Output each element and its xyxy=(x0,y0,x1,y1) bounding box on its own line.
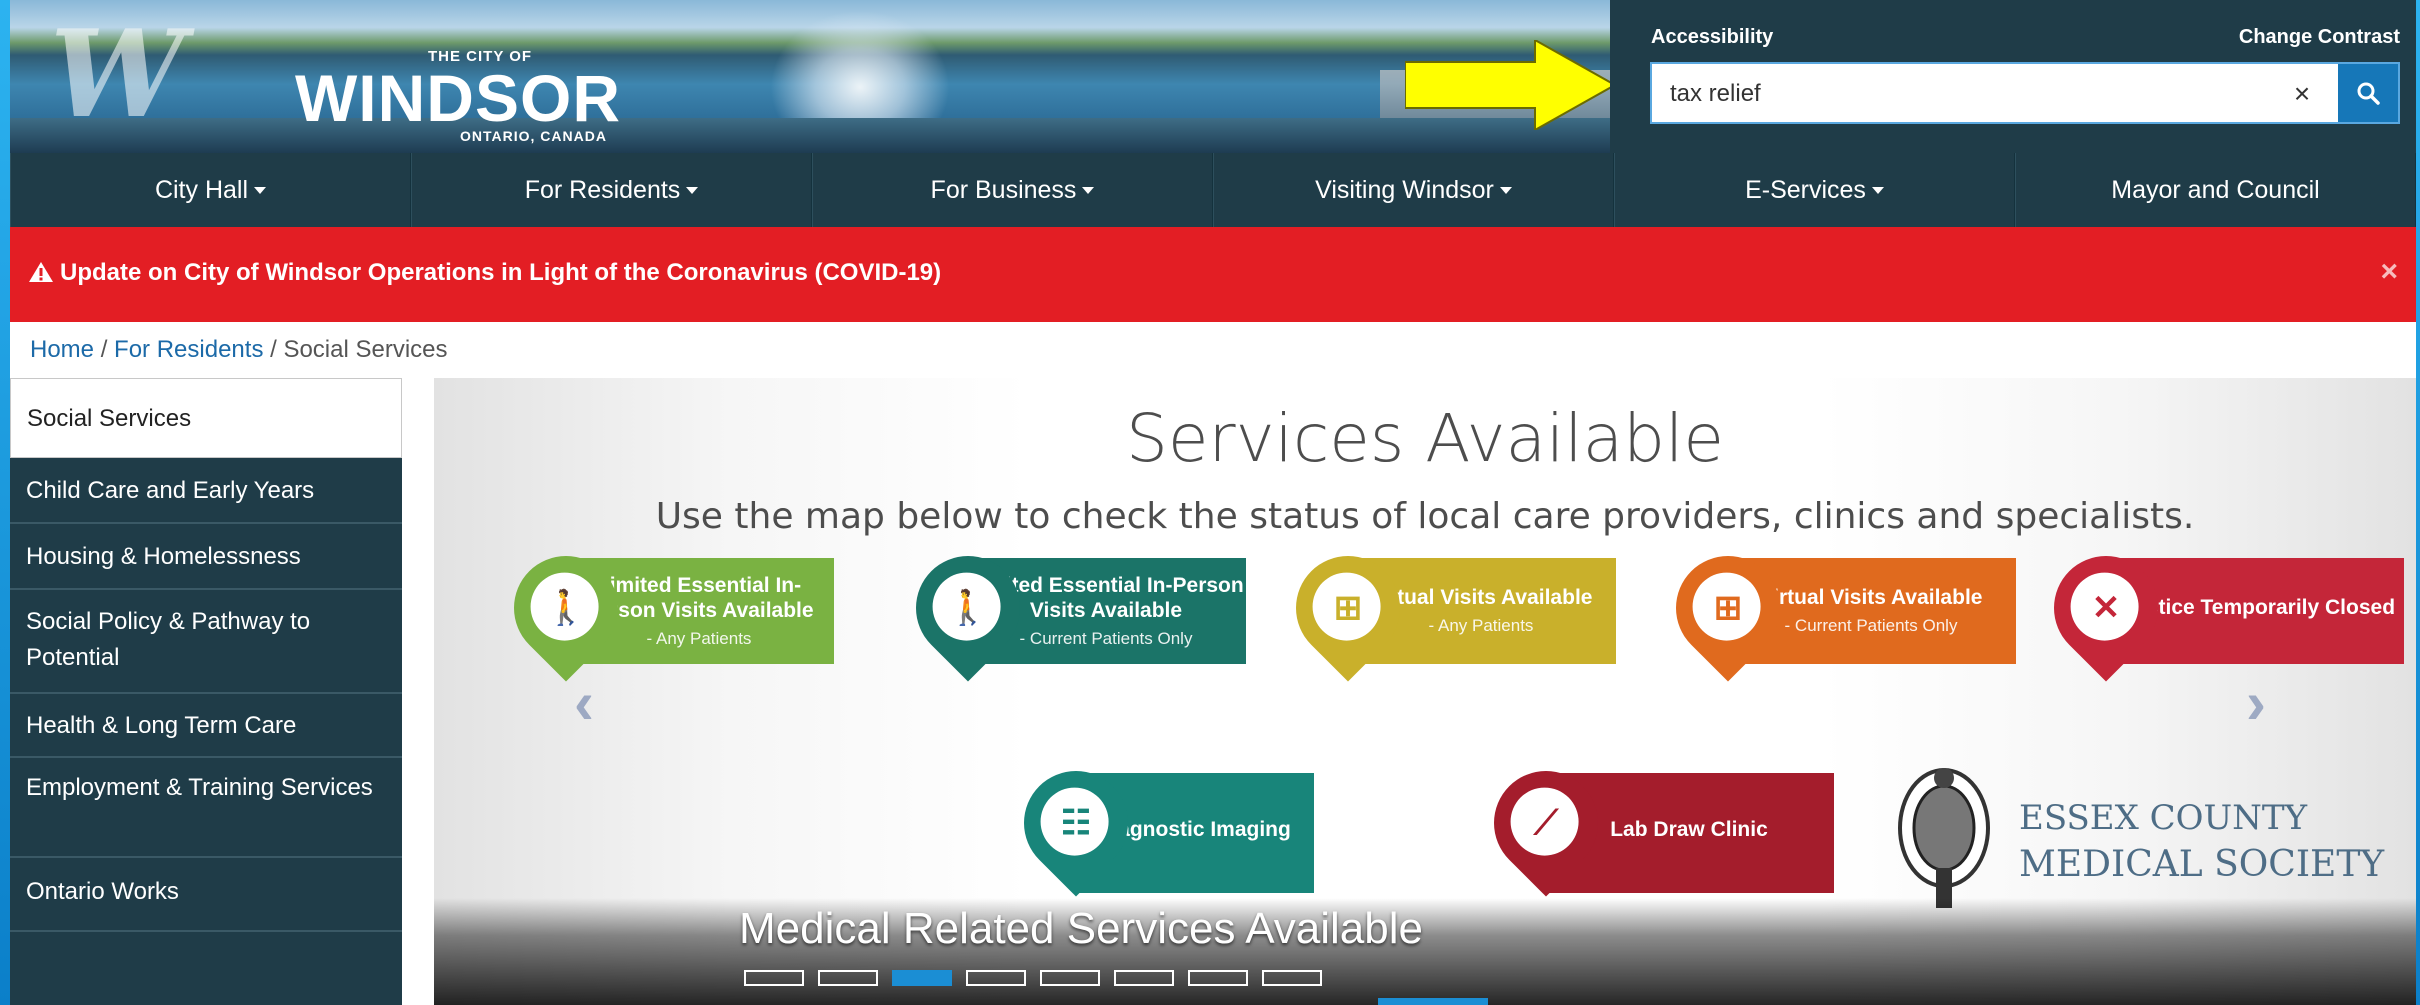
legend-badge-lab-draw: Lab Draw Clinic ⟋ xyxy=(1472,749,1834,897)
legend-badge-closed: Practice Temporarily Closed ✕ xyxy=(2032,534,2404,682)
scroll-indicator xyxy=(1378,998,1488,1005)
sidebar-item-child-care[interactable]: Child Care and Early Years xyxy=(10,458,402,524)
carousel-dot[interactable] xyxy=(818,970,878,986)
close-alert-icon[interactable]: × xyxy=(2380,255,2398,289)
page: W THE CITY OF WINDSOR ONTARIO, CANADA Ac… xyxy=(10,0,2416,1005)
change-contrast-link[interactable]: Change Contrast xyxy=(2239,26,2400,49)
yellow-arrow-icon xyxy=(1405,40,1610,130)
breadcrumb-separator: / xyxy=(100,336,108,363)
nav-city-hall[interactable]: City Hall xyxy=(10,153,411,227)
breadcrumb-current: Social Services xyxy=(283,336,448,363)
badge-sub: - Current Patients Only xyxy=(1019,628,1193,648)
alert-text: Update on City of Windsor Operations in … xyxy=(60,259,942,286)
site-header: W THE CITY OF WINDSOR ONTARIO, CANADA Ac… xyxy=(10,0,2416,153)
header-banner-image: W THE CITY OF WINDSOR ONTARIO, CANADA xyxy=(10,0,1610,153)
carousel-dot[interactable] xyxy=(1040,970,1100,986)
search-icon xyxy=(2357,82,2380,105)
sidebar-item-health-long-term-care[interactable]: Health & Long Term Care xyxy=(10,694,402,758)
closed-x-icon: ✕ xyxy=(2091,589,2121,627)
caret-down-icon xyxy=(686,186,699,194)
logo-swoosh-icon: W xyxy=(50,4,185,145)
caret-down-icon xyxy=(254,186,267,194)
carousel-dot[interactable] xyxy=(892,970,952,986)
essex-line2: MEDICAL SOCIETY xyxy=(2019,844,2385,885)
walking-person-icon: 🚶 xyxy=(544,589,588,627)
breadcrumb-separator: / xyxy=(270,336,277,363)
walking-person-plus-icon: 🚶 xyxy=(946,589,990,627)
legend-badge-limited-any: Limited Essential In-Person Visits Avail… xyxy=(492,534,834,682)
badge-title: Virtual Visits Available xyxy=(1369,586,1593,610)
badge-sub: - Current Patients Only xyxy=(1784,616,1958,636)
fountain-graphic xyxy=(770,10,950,120)
sidebar-item-ontario-works[interactable]: Ontario Works xyxy=(10,858,402,932)
carousel-indicators xyxy=(744,970,1322,986)
carousel-dot[interactable] xyxy=(1262,970,1322,986)
breadcrumb-for-residents[interactable]: For Residents xyxy=(114,336,263,363)
nav-label: City Hall xyxy=(154,175,249,204)
carousel-dot[interactable] xyxy=(1188,970,1248,986)
laptop-clock-icon: ⊞ xyxy=(1713,589,1743,627)
alert-link[interactable]: Update on City of Windsor Operations in … xyxy=(28,259,941,287)
legend-badge-virtual-any: Virtual Visits Available - Any Patients ⊞ xyxy=(1274,534,1616,682)
sidebar-item-social-services[interactable]: Social Services xyxy=(10,378,402,458)
logo-line2: WINDSOR xyxy=(295,61,621,135)
nav-e-services[interactable]: E-Services xyxy=(1614,153,2015,227)
legend-badge-diagnostic-imaging: Diagnostic Imaging ☷ xyxy=(1002,749,1314,897)
lungs-xray-icon: ☷ xyxy=(1060,804,1092,842)
search-button[interactable] xyxy=(2338,64,2398,122)
medical-society-seal-icon xyxy=(1898,768,1990,908)
search-input[interactable] xyxy=(1668,64,2262,124)
services-carousel: Services Available Use the map below to … xyxy=(434,378,2416,1005)
covid-alert-banner: Update on City of Windsor Operations in … xyxy=(10,227,2416,322)
caret-down-icon xyxy=(1871,186,1884,194)
breadcrumb-home[interactable]: Home xyxy=(30,336,94,363)
essex-line1: ESSEX COUNTY xyxy=(2019,798,2308,838)
carousel-next-icon[interactable]: › xyxy=(2246,668,2266,737)
legend-badge-limited-current: Limited Essential In-Person Visits Avail… xyxy=(894,534,1246,682)
warning-icon xyxy=(29,262,53,282)
slide-title: Services Available xyxy=(1125,400,1725,477)
nav-label: Mayor and Council xyxy=(2111,175,2320,204)
nav-for-residents[interactable]: For Residents xyxy=(411,153,812,227)
sidebar-item-employment-training[interactable]: Employment & Training Services xyxy=(10,758,402,858)
header-tools: Accessibility Change Contrast × xyxy=(1610,0,2416,153)
slide-subtitle: Use the map below to check the status of… xyxy=(655,496,2195,537)
nav-for-business[interactable]: For Business xyxy=(812,153,1213,227)
nav-label: Visiting Windsor xyxy=(1315,175,1494,204)
carousel-dot[interactable] xyxy=(1114,970,1174,986)
nav-visiting-windsor[interactable]: Visiting Windsor xyxy=(1213,153,1614,227)
syringe-icon: ⟋ xyxy=(1534,803,1558,842)
breadcrumb: Home / For Residents / Social Services xyxy=(30,336,448,364)
nav-mayor-and-council[interactable]: Mayor and Council xyxy=(2015,153,2416,227)
caret-down-icon xyxy=(1082,186,1095,194)
carousel-dot[interactable] xyxy=(966,970,1026,986)
nav-label: E-Services xyxy=(1745,175,1866,204)
laptop-medical-icon: ⊞ xyxy=(1333,589,1363,627)
caret-down-icon xyxy=(1499,186,1512,194)
clear-search-icon[interactable]: × xyxy=(2282,74,2322,114)
legend-badge-virtual-current: Virtual Visits Available - Current Patien… xyxy=(1654,534,2016,682)
essex-county-logo: ESSEX COUNTY MEDICAL SOCIETY xyxy=(1884,758,2394,918)
logo-line3: ONTARIO, CANADA xyxy=(460,128,607,144)
slide-caption: Medical Related Services Available xyxy=(739,904,1423,953)
carousel-prev-icon[interactable]: ‹ xyxy=(574,668,594,737)
badge-sub: - Any Patients xyxy=(1428,616,1534,636)
nav-label: For Residents xyxy=(524,175,681,204)
sidebar-item-social-policy[interactable]: Social Policy & Pathway to Potential xyxy=(10,590,402,694)
badge-title: Virtual Visits Available xyxy=(1759,586,1983,610)
main-nav: City Hall For Residents For Business Vis… xyxy=(10,153,2416,227)
badge-title: Lab Draw Clinic xyxy=(1610,818,1768,842)
search-box: × xyxy=(1650,62,2400,124)
accessibility-link[interactable]: Accessibility xyxy=(1651,26,1773,49)
carousel-dot[interactable] xyxy=(744,970,804,986)
badge-sub: - Any Patients xyxy=(646,628,752,648)
caption-overlay xyxy=(434,898,2416,1005)
sidebar: Social Services Child Care and Early Yea… xyxy=(10,378,402,1005)
city-logo[interactable]: W THE CITY OF WINDSOR ONTARIO, CANADA xyxy=(50,4,670,145)
nav-label: For Business xyxy=(930,175,1077,204)
sidebar-item-housing[interactable]: Housing & Homelessness xyxy=(10,524,402,590)
